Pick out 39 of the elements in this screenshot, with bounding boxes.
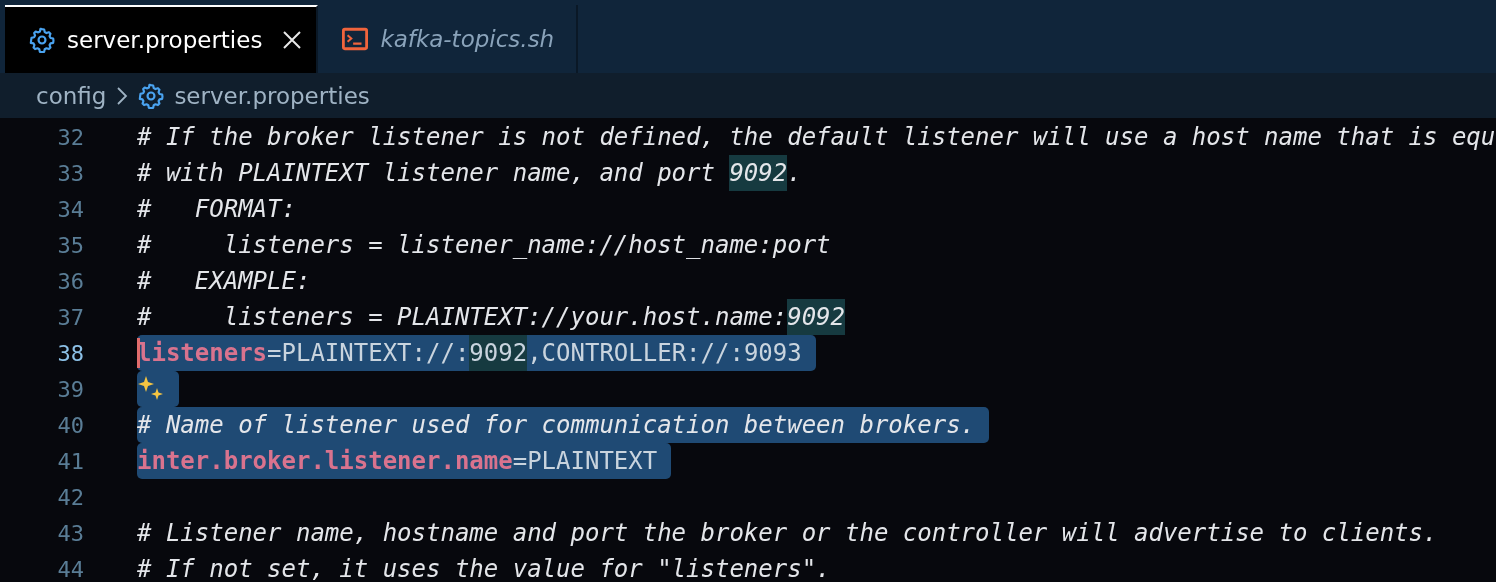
line-number: 42 xyxy=(56,484,84,510)
editor-tab[interactable]: server.properties xyxy=(5,5,319,73)
gear-icon xyxy=(29,27,55,53)
line-number: 34 xyxy=(56,196,84,222)
line-number: 39 xyxy=(56,376,84,402)
line-number: 44 xyxy=(56,556,84,582)
terminal-icon xyxy=(342,26,369,52)
code-text: =PLAINTEXT://: xyxy=(267,338,470,369)
code-text: 9092 xyxy=(469,335,528,371)
chevron-icon xyxy=(116,85,129,106)
code-text: =PLAINTEXT xyxy=(512,446,658,477)
code-text: inter.broker.listener.name xyxy=(137,446,513,477)
line-number: 33 xyxy=(56,160,84,186)
line-number: 35 xyxy=(56,232,84,258)
code-text: # listeners = listener_name://host_name:port xyxy=(137,230,831,261)
line-number: 32 xyxy=(56,124,84,150)
code-text: # Listener name, hostname and port the broker or the controller will advertise to clients. xyxy=(137,518,1438,549)
line-number: 43 xyxy=(56,520,84,546)
breadcrumb-item[interactable]: server.properties xyxy=(174,82,370,109)
line-number: 37 xyxy=(56,304,84,330)
code-text: # listeners = PLAINTEXT://your.host.name: xyxy=(137,302,788,333)
code-text: # FORMAT: xyxy=(137,194,296,225)
line-number: 38 xyxy=(56,340,84,366)
close-icon[interactable] xyxy=(282,30,303,50)
code-text: ,CONTROLLER://:9093 xyxy=(527,338,802,369)
code-text: # with PLAINTEXT listener name, and port xyxy=(137,158,716,189)
code-text: # If not set, it uses the value for "listeners". xyxy=(137,554,831,582)
breadcrumb-item[interactable]: config xyxy=(36,82,107,109)
line-number: 36 xyxy=(56,268,84,294)
code-text: # If the broker listener is not defined, the default listener will use a host name that is equ xyxy=(137,122,1496,153)
code-text: listeners xyxy=(137,338,268,369)
code-text: # EXAMPLE: xyxy=(137,266,311,297)
line-number: 41 xyxy=(56,448,84,474)
code-text: 9092 xyxy=(729,155,788,191)
code-text: 9092 xyxy=(787,299,845,335)
code-text: . xyxy=(787,158,802,189)
gear-icon xyxy=(138,82,165,109)
line-number: 40 xyxy=(56,412,84,438)
code-text: # Name of listener used for communication between brokers. xyxy=(137,410,976,441)
